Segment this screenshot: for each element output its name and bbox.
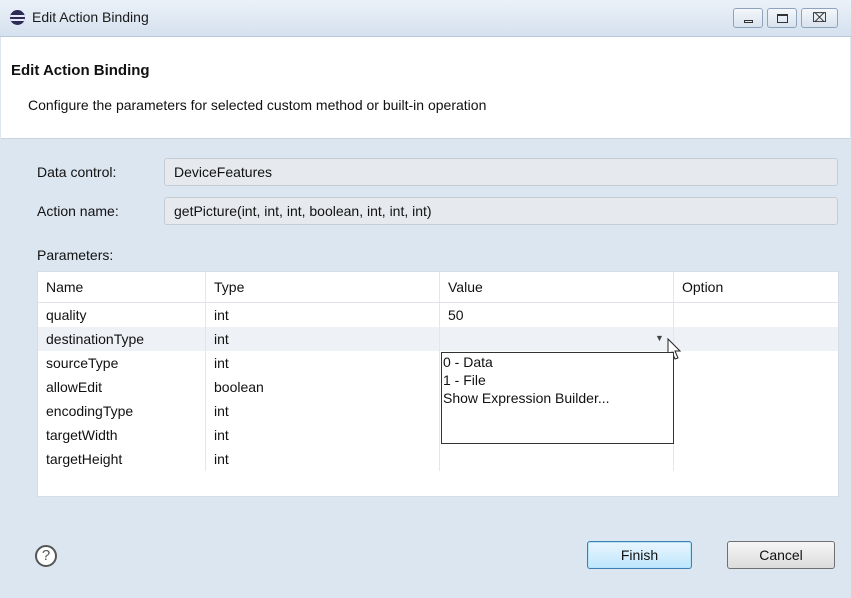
eclipse-icon xyxy=(10,10,25,25)
table-header: Name Type Value Option xyxy=(38,272,838,303)
close-button[interactable]: ⌧ xyxy=(801,8,838,28)
title-bar: Edit Action Binding ⌧ xyxy=(0,0,851,37)
dialog-description: Configure the parameters for selected cu… xyxy=(28,97,487,113)
table-row[interactable]: targetWidth int xyxy=(38,423,838,447)
action-name-field: getPicture(int, int, int, boolean, int, … xyxy=(164,197,838,225)
table-row[interactable]: sourceType int xyxy=(38,351,838,375)
minimize-icon xyxy=(744,20,753,23)
param-type: int xyxy=(206,423,440,447)
param-name: allowEdit xyxy=(38,375,206,399)
param-option[interactable] xyxy=(674,351,838,375)
table-row[interactable]: encodingType int xyxy=(38,399,838,423)
param-type: int xyxy=(206,303,440,327)
param-option[interactable] xyxy=(674,303,838,327)
param-name: encodingType xyxy=(38,399,206,423)
dropdown-option-data[interactable]: 0 - Data xyxy=(443,354,493,370)
param-value[interactable]: 50 xyxy=(440,303,674,327)
maximize-icon xyxy=(777,14,788,23)
param-type: boolean xyxy=(206,375,440,399)
parameters-label: Parameters: xyxy=(37,247,114,263)
action-name-label: Action name: xyxy=(37,203,119,219)
table-row[interactable]: targetHeight int xyxy=(38,447,838,471)
parameters-table: Name Type Value Option quality int 50 de… xyxy=(37,271,839,497)
param-option[interactable] xyxy=(674,423,838,447)
table-row-selected[interactable]: destinationType int ▼ xyxy=(38,327,838,360)
dialog-body: Data control: DeviceFeatures Action name… xyxy=(0,139,851,598)
param-name: targetHeight xyxy=(38,447,206,471)
param-name: targetWidth xyxy=(38,423,206,447)
param-name: destinationType xyxy=(38,327,206,351)
param-name: quality xyxy=(38,303,206,327)
minimize-button[interactable] xyxy=(733,8,763,28)
param-value[interactable] xyxy=(440,447,674,471)
edit-action-binding-dialog: Edit Action Binding ⌧ Edit Action Bindin… xyxy=(0,0,851,598)
column-header-type[interactable]: Type xyxy=(206,272,440,302)
table-row[interactable]: allowEdit boolean xyxy=(38,375,838,399)
table-row[interactable]: quality int 50 xyxy=(38,303,838,327)
param-option[interactable] xyxy=(674,327,838,351)
param-value-combo[interactable] xyxy=(440,327,674,351)
param-type: int xyxy=(206,351,440,375)
column-header-option[interactable]: Option xyxy=(674,272,838,302)
param-type: int xyxy=(206,327,440,351)
param-type: int xyxy=(206,447,440,471)
help-icon[interactable]: ? xyxy=(35,545,57,567)
column-header-value[interactable]: Value xyxy=(440,272,674,302)
chevron-down-icon[interactable]: ▼ xyxy=(655,333,664,343)
param-type: int xyxy=(206,399,440,423)
window-title: Edit Action Binding xyxy=(32,9,149,25)
dropdown-option-file[interactable]: 1 - File xyxy=(443,372,486,388)
data-control-label: Data control: xyxy=(37,164,117,180)
dialog-header: Edit Action Binding Configure the parame… xyxy=(1,37,850,139)
param-option[interactable] xyxy=(674,447,838,471)
param-name: sourceType xyxy=(38,351,206,375)
maximize-button[interactable] xyxy=(767,8,797,28)
close-icon: ⌧ xyxy=(812,10,827,25)
param-option[interactable] xyxy=(674,399,838,423)
data-control-field: DeviceFeatures xyxy=(164,158,838,186)
param-option[interactable] xyxy=(674,375,838,399)
value-dropdown-list: 0 - Data 1 - File Show Expression Builde… xyxy=(441,352,674,444)
column-header-name[interactable]: Name xyxy=(38,272,206,302)
dialog-heading: Edit Action Binding xyxy=(11,62,150,79)
finish-button[interactable]: Finish xyxy=(587,541,692,569)
cancel-button[interactable]: Cancel xyxy=(727,541,835,569)
dropdown-option-expression-builder[interactable]: Show Expression Builder... xyxy=(443,390,610,406)
